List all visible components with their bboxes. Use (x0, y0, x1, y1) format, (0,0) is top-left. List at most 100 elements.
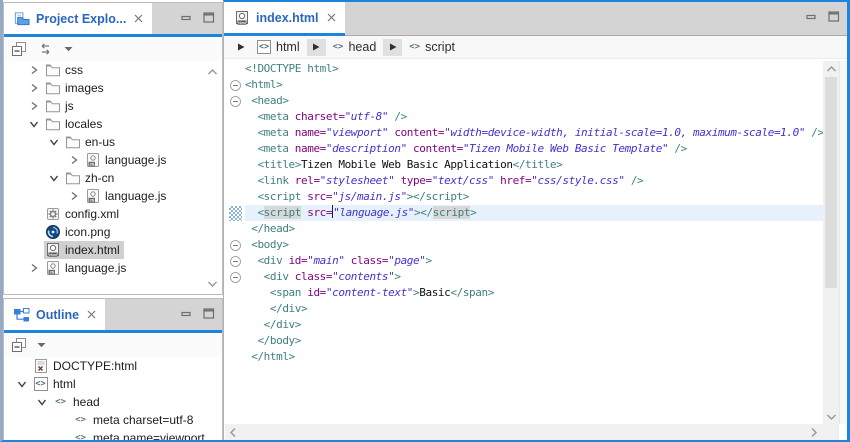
tree-item-meta-charset-utf-8[interactable]: <>meta charset=utf-8 (4, 411, 222, 429)
tree-item-css[interactable]: css (4, 61, 222, 79)
code-line[interactable]: </div> (225, 301, 823, 317)
breadcrumb-expand-icon[interactable] (231, 39, 250, 56)
tree-item-images[interactable]: images (4, 79, 222, 97)
fold-collapse-icon[interactable] (230, 240, 241, 251)
fold-collapse-icon[interactable] (230, 80, 241, 91)
tree-item-js[interactable]: js (4, 97, 222, 115)
tree-item-locales[interactable]: locales (4, 115, 222, 133)
svg-text:JS: JS (89, 162, 94, 167)
code-line[interactable]: </body> (225, 333, 823, 349)
maximize-icon[interactable] (828, 11, 840, 22)
chevron-right-icon[interactable] (24, 259, 44, 277)
tree-item-meta-name-viewport[interactable]: <>meta name=viewport (4, 429, 222, 440)
tree-item-language-js[interactable]: JSlanguage.js (4, 151, 222, 169)
js-file-icon: JS (84, 152, 101, 168)
code-line[interactable]: </head> (225, 221, 823, 237)
breadcrumb-item-html[interactable]: <>html (252, 39, 305, 55)
tree-item-head[interactable]: <>head (4, 393, 222, 411)
tree-item-body: <>html (32, 375, 80, 393)
chevron-down-icon[interactable] (44, 169, 64, 187)
code-line[interactable]: <div id="main" class="page"> (225, 253, 823, 269)
scroll-up-icon[interactable] (823, 61, 839, 76)
tree-item-en-us[interactable]: en-us (4, 133, 222, 151)
close-icon[interactable] (134, 14, 143, 23)
chevron-right-icon[interactable] (64, 151, 84, 169)
code-line[interactable]: <!DOCTYPE html> (225, 61, 823, 77)
fold-collapse-icon[interactable] (230, 272, 241, 283)
fold-margin (225, 221, 245, 237)
link-with-editor-icon[interactable] (37, 42, 54, 56)
breadcrumb-item-script[interactable]: <>script (404, 39, 460, 55)
tree-item-label: icon.png (61, 225, 114, 239)
tree-item-zh-cn[interactable]: zh-cn (4, 169, 222, 187)
tree-item-language-js[interactable]: JSlanguage.js (4, 259, 222, 277)
collapse-all-icon[interactable] (11, 41, 27, 57)
view-menu-icon[interactable] (64, 46, 73, 52)
code-line[interactable]: <div class="contents"> (225, 269, 823, 285)
fold-margin[interactable] (225, 93, 245, 109)
fold-margin[interactable] (225, 269, 245, 285)
code-line[interactable]: <meta name="description" content="Tizen … (225, 141, 823, 157)
breadcrumb-expand-icon[interactable] (383, 39, 402, 56)
code-area[interactable]: <!DOCTYPE html><html> <head> <meta chars… (225, 61, 823, 424)
scroll-down-icon[interactable] (205, 277, 220, 291)
scrollbar-thumb[interactable] (825, 77, 837, 288)
tree-item-language-js[interactable]: JSlanguage.js (4, 187, 222, 205)
tree-item-doctype-html[interactable]: DOCTYPE:html (4, 357, 222, 375)
code-line[interactable]: </div> (225, 317, 823, 333)
fold-collapse-icon[interactable] (230, 256, 241, 267)
code-line[interactable]: </html> (225, 349, 823, 365)
code-text: <head> (245, 93, 823, 109)
code-line[interactable]: <span id="content-text">Basic</span> (225, 285, 823, 301)
chevron-down-icon[interactable] (24, 115, 44, 133)
code-line[interactable]: <body> (225, 237, 823, 253)
view-menu-icon[interactable] (37, 342, 46, 348)
chevron-right-icon[interactable] (24, 61, 44, 79)
code-line[interactable]: <meta name="viewport" content="width=dev… (225, 125, 823, 141)
project-explorer-panel: Project Explo... cssimagesjslocalesen-us… (3, 2, 223, 295)
tree-item-index-html[interactable]: htmlindex.html (4, 241, 222, 259)
close-icon[interactable] (87, 310, 96, 319)
chevron-down-icon[interactable] (44, 133, 64, 151)
code-line[interactable]: <html> (225, 77, 823, 93)
minimize-icon[interactable] (181, 309, 192, 319)
maximize-icon[interactable] (203, 308, 215, 319)
scroll-down-icon[interactable] (823, 409, 839, 424)
scroll-left-icon[interactable] (225, 424, 240, 440)
editor-horizontal-scrollbar[interactable] (225, 424, 839, 440)
tree-item-icon-png[interactable]: icon.png (4, 223, 222, 241)
maximize-icon[interactable] (203, 12, 215, 23)
tree-item-html[interactable]: <>html (4, 375, 222, 393)
breadcrumb-item-head[interactable]: <>head (328, 39, 382, 55)
chevron-right-icon[interactable] (64, 187, 84, 205)
fold-collapse-icon[interactable] (230, 96, 241, 107)
fold-margin[interactable] (225, 237, 245, 253)
chevron-right-icon[interactable] (24, 97, 44, 115)
chevron-down-icon[interactable] (32, 393, 52, 411)
chevron-down-icon[interactable] (12, 375, 32, 393)
breadcrumb-expand-icon[interactable] (307, 39, 326, 56)
folder-icon (44, 80, 61, 96)
code-line[interactable]: <meta charset="utf-8" /> (225, 109, 823, 125)
tab-outline[interactable]: Outline (4, 299, 105, 330)
scroll-right-icon[interactable] (806, 424, 821, 440)
fold-margin[interactable] (225, 253, 245, 269)
tab-index-html[interactable]: html index.html (224, 2, 345, 33)
minimize-icon[interactable] (181, 13, 192, 23)
code-line[interactable]: <head> (225, 93, 823, 109)
fold-margin (225, 189, 245, 205)
code-line[interactable]: <script src="language.js"></script> (225, 205, 823, 221)
tab-project-explorer[interactable]: Project Explo... (4, 3, 152, 34)
fold-margin (225, 349, 245, 365)
scroll-up-icon[interactable] (205, 65, 220, 79)
chevron-right-icon[interactable] (24, 79, 44, 97)
collapse-all-icon[interactable] (11, 337, 27, 353)
close-icon[interactable] (327, 13, 336, 22)
code-line[interactable]: <title>Tizen Mobile Web Basic Applicatio… (225, 157, 823, 173)
tree-item-config-xml[interactable]: config.xml (4, 205, 222, 223)
minimize-icon[interactable] (806, 12, 817, 22)
code-line[interactable]: <script src="js/main.js"></script> (225, 189, 823, 205)
fold-margin[interactable] (225, 77, 245, 93)
code-line[interactable]: <link rel="stylesheet" type="text/css" h… (225, 173, 823, 189)
editor-vertical-scrollbar[interactable] (823, 61, 839, 424)
